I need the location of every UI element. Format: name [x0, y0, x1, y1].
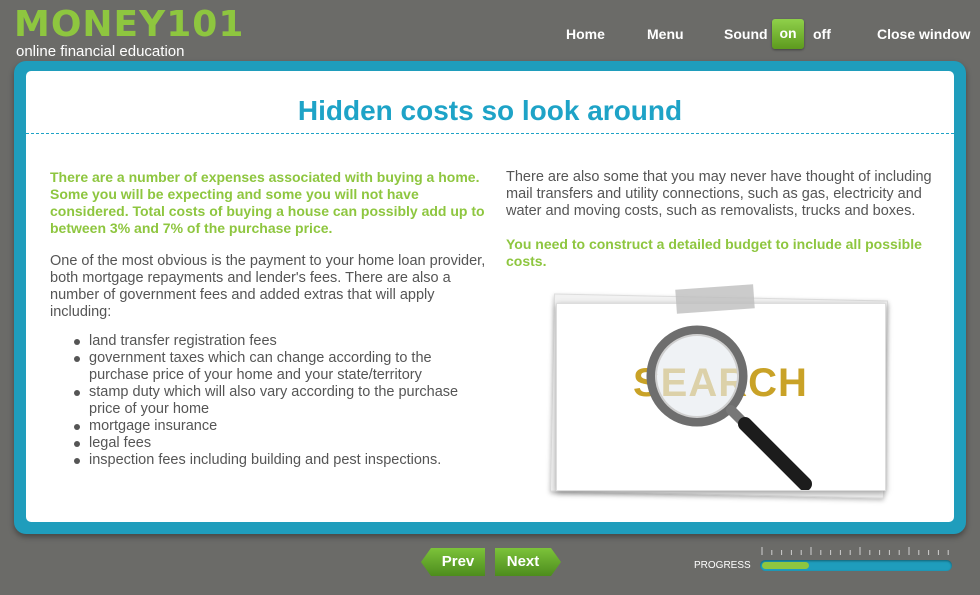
menu-link[interactable]: Menu	[647, 26, 684, 42]
page-title: Hidden costs so look around	[297, 95, 683, 126]
content-frame: Hidden costs so look around There are a …	[14, 61, 966, 534]
right-body-paragraph: There are also some that you may never h…	[506, 169, 932, 219]
content-panel: Hidden costs so look around There are a …	[26, 71, 954, 522]
progress-ticks	[761, 547, 949, 555]
left-body-paragraph: One of the most obvious is the payment t…	[50, 253, 486, 320]
progress-bar	[760, 560, 952, 571]
left-lead-paragraph: There are a number of expenses associate…	[50, 169, 485, 236]
progress-label: PROGRESS	[694, 560, 751, 571]
right-lead-paragraph: You need to construct a detailed budget …	[506, 236, 922, 269]
home-link[interactable]: Home	[566, 26, 605, 42]
list-item: government taxes which can change accord…	[74, 350, 486, 384]
list-item: inspection fees including building and p…	[74, 452, 486, 469]
title-divider	[26, 133, 954, 134]
close-window-link[interactable]: Close window	[877, 26, 970, 42]
magnifier-search-illustration: SEARCH	[633, 325, 812, 490]
list-item: legal fees	[74, 435, 486, 452]
top-nav: Home Menu Sound on off Close window	[0, 18, 980, 52]
list-item: stamp duty which will also vary accordin…	[74, 384, 486, 418]
right-column: There are also some that you may never h…	[506, 169, 938, 270]
sound-label: Sound	[724, 26, 768, 42]
search-photo: SEARCH	[549, 284, 896, 503]
left-column: There are a number of expenses associate…	[50, 169, 486, 469]
sound-on-button[interactable]: on	[772, 19, 804, 49]
list-item: mortgage insurance	[74, 418, 486, 435]
costs-list: land transfer registration fees governme…	[74, 333, 486, 469]
prev-button[interactable]: Prev	[421, 548, 485, 576]
list-item: land transfer registration fees	[74, 333, 486, 350]
sound-off-button[interactable]: off	[813, 26, 831, 42]
next-button[interactable]: Next	[495, 548, 561, 576]
progress-fill	[762, 562, 809, 569]
